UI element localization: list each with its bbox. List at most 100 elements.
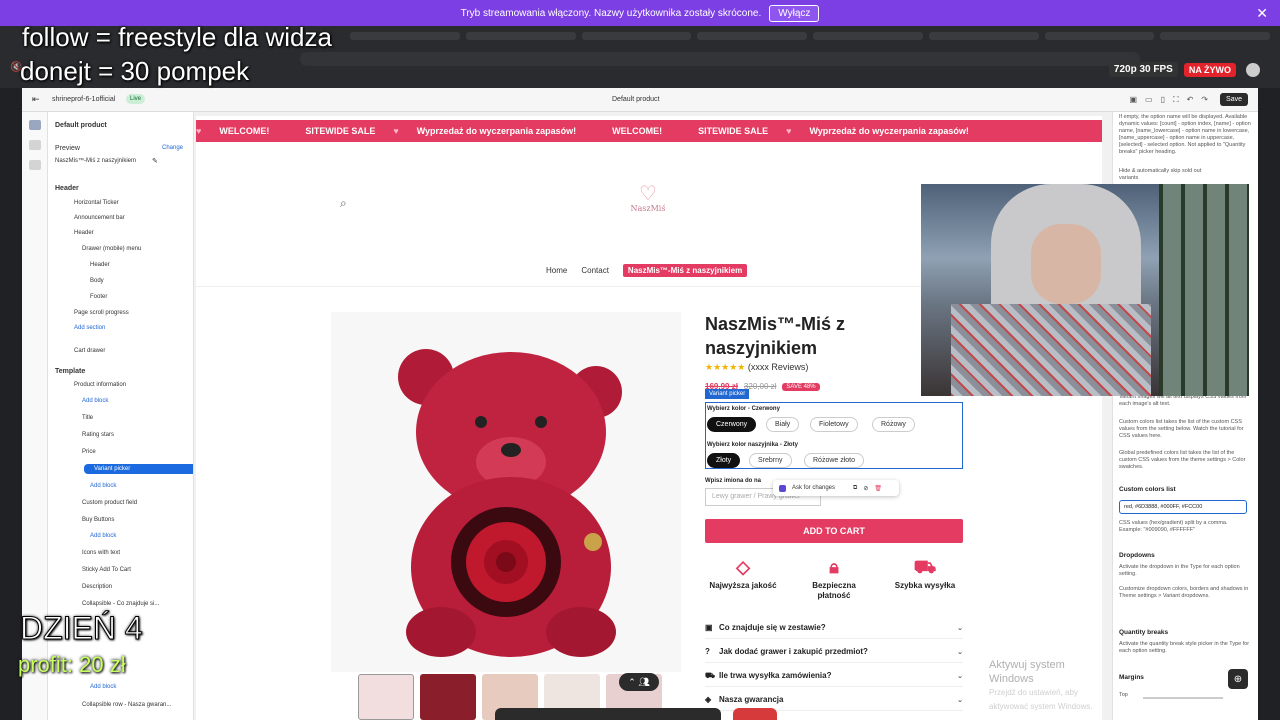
address-bar[interactable] [300, 52, 1140, 66]
color-option[interactable]: Biały [766, 417, 800, 432]
css-values-note: CSS values (hex/gradient) split by a com… [1119, 520, 1228, 533]
nav-link-home[interactable]: Home [546, 266, 567, 275]
quality-badge: 720p 30 FPS [1108, 62, 1178, 77]
dropdowns-heading: Dropdowns [1119, 552, 1155, 559]
feature-label: Najwyższa jakość [709, 581, 777, 590]
add-block-link[interactable]: Add block [90, 684, 116, 690]
add-section-link[interactable]: Add section [74, 325, 105, 331]
accordion-label: Ile trwa wysyłka zamówienia? [719, 671, 832, 680]
editor-topbar: ⇤ shrineprof-6-1official Live Default pr… [22, 88, 1258, 112]
browser-tab[interactable] [581, 32, 692, 40]
color-option[interactable]: Fioletowy [810, 417, 858, 432]
block-item[interactable]: Custom product field [82, 500, 137, 506]
thumbnail[interactable] [420, 674, 476, 720]
engrave-label: Wpisz imiona do na [705, 478, 762, 484]
accordion-item[interactable]: ? Jak dodać grawer i zakupić przedmiot? … [705, 641, 963, 663]
apps-icon[interactable] [29, 160, 41, 170]
accordion-item[interactable]: ▣ Co znajduje się w zestawie? ⌄ [705, 617, 963, 639]
block-item[interactable]: Icons with text [82, 550, 120, 556]
browser-tab[interactable] [1160, 32, 1270, 40]
block-item[interactable]: Description [82, 584, 112, 590]
block-item[interactable]: Rating stars [82, 432, 114, 438]
section-item[interactable]: Page scroll progress [74, 310, 129, 316]
chevron-down-icon: ⌄ [957, 624, 963, 632]
redo-icon[interactable]: ↷ [1201, 95, 1208, 105]
nav-link-product[interactable]: NaszMis™-Miś z naszyjnikiem [622, 264, 748, 277]
add-block-link[interactable]: Add block [90, 533, 116, 539]
section-item[interactable]: Product information [74, 382, 126, 388]
avatar [1246, 62, 1260, 77]
add-block-link[interactable]: Add block [90, 483, 116, 489]
section-item[interactable]: Header [90, 262, 110, 268]
template-selector[interactable]: Default product [612, 96, 659, 103]
store-logo[interactable]: ♡ NaszMiś [621, 182, 675, 234]
necklace-option[interactable]: Srebrny [749, 453, 792, 468]
exit-icon[interactable]: ⇤ [32, 94, 40, 105]
color-option[interactable]: Czerwony [707, 417, 757, 432]
section-item[interactable]: Horizontal Ticker [74, 200, 119, 206]
section-item[interactable]: Footer [90, 294, 107, 300]
windows-activation-title: Aktywuj system Windows [989, 659, 1065, 685]
zoom-icon[interactable]: ⊕ [1228, 669, 1248, 689]
feature-label: Szybka wysyłka [894, 581, 956, 590]
section-item[interactable]: Drawer (mobile) menu [82, 246, 141, 252]
custom-colors-help: Custom colors list takes the list of the… [1119, 419, 1244, 439]
block-item[interactable]: Collapsible - Co znajduje si... [82, 601, 159, 607]
desktop-icon[interactable]: ▭ [1145, 95, 1153, 105]
section-item[interactable]: Cart drawer [74, 348, 105, 354]
browser-tab[interactable] [1044, 32, 1155, 40]
close-icon[interactable]: ✕ [1256, 5, 1268, 22]
section-item[interactable]: Announcement bar [74, 215, 125, 221]
inspector-icon[interactable]: ▣ [1129, 95, 1137, 105]
disable-streaming-button[interactable]: Wyłącz [769, 4, 820, 22]
color-option[interactable]: Różowy [872, 417, 915, 432]
delete-icon[interactable]: 🗑 [874, 485, 882, 492]
browser-tab[interactable] [350, 32, 460, 40]
block-item[interactable]: Collapsible row - Nasza gwaran... [82, 702, 171, 708]
settings-icon[interactable] [29, 140, 41, 150]
editor-floating-toolbar[interactable]: ⌃ 👥︎ [619, 673, 659, 691]
accordion-item[interactable]: ⛟ Ile trwa wysyłka zamówienia? ⌄ [705, 665, 963, 687]
search-icon[interactable]: ⌕ [340, 196, 347, 211]
hide-icon[interactable]: ⊘ [863, 485, 868, 492]
undo-icon[interactable]: ↶ [1187, 95, 1194, 105]
browser-tab[interactable] [697, 32, 807, 40]
star-icons: ★★★★★ [705, 362, 746, 372]
change-preview-link[interactable]: Change [162, 145, 183, 151]
custom-colors-input[interactable]: red, #6D3888, #000FF, #FCC00 [1119, 500, 1247, 514]
edit-icon[interactable]: ✎ [152, 157, 158, 165]
thumbnail[interactable] [358, 674, 414, 720]
sections-icon[interactable] [29, 120, 41, 130]
chevron-up-icon[interactable]: ⌃ [628, 677, 636, 688]
section-item[interactable]: Body [90, 278, 104, 284]
block-item[interactable]: Sticky Add To Cart [82, 567, 131, 573]
block-item[interactable]: Price [82, 449, 96, 455]
browser-tab[interactable] [813, 32, 923, 40]
dropdowns-help-2: Customize dropdown colors, borders and s… [1119, 586, 1249, 599]
top-margin-slider[interactable] [1143, 697, 1223, 699]
nav-link-contact[interactable]: Contact [581, 266, 609, 275]
browser-tab[interactable] [928, 32, 1039, 40]
product-image[interactable] [331, 312, 681, 672]
fullscreen-icon[interactable]: ⛶ [1173, 95, 1179, 105]
stream-control-bar[interactable] [495, 708, 777, 720]
stop-stream-button[interactable] [733, 708, 777, 720]
mobile-icon[interactable]: ▯ [1161, 95, 1165, 105]
add-to-cart-button[interactable]: ADD TO CART [705, 519, 963, 543]
add-block-link[interactable]: Add block [82, 398, 108, 404]
template-section-title: Template [55, 368, 86, 375]
horizontal-ticker: ♥ WELCOME! SITEWIDE SALE ♥ Wyprzedaż do … [196, 120, 1102, 142]
ticker-item: SITEWIDE SALE [698, 126, 769, 136]
block-item[interactable]: Title [82, 415, 93, 421]
store-name: shrineprof-6-1official [52, 96, 116, 103]
users-icon[interactable]: 👥︎ [638, 677, 649, 688]
block-item-selected[interactable]: Variant picker [84, 464, 193, 474]
save-button[interactable]: Save [1220, 93, 1248, 106]
duplicate-icon[interactable]: ⧉ [853, 485, 857, 492]
necklace-option[interactable]: Złoty [707, 453, 741, 468]
block-item[interactable]: Buy Buttons [82, 517, 114, 523]
browser-tab[interactable] [465, 32, 576, 40]
ask-for-changes-button[interactable]: Ask for changes [792, 485, 835, 491]
section-item[interactable]: Header [74, 230, 94, 236]
necklace-option[interactable]: Różowe złoto [804, 453, 865, 468]
